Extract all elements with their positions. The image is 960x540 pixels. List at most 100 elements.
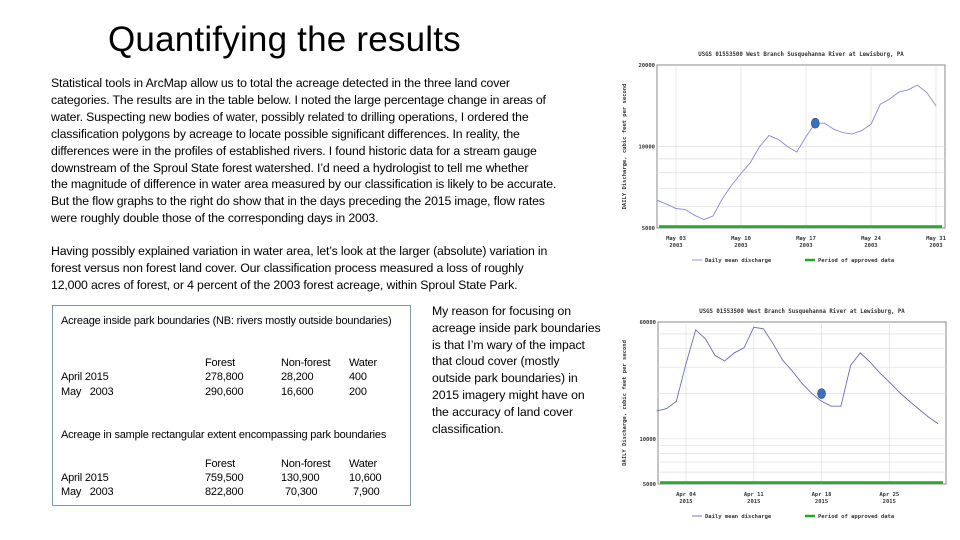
cell-nonforest: 28,200 [281, 371, 314, 383]
x-tick-label: May 17 [796, 236, 816, 242]
data-point [782, 360, 784, 361]
data-point [724, 360, 726, 362]
text-line: the magnitude of difference in water are… [51, 177, 557, 192]
text-line: But the flow graphs to the right do show… [51, 194, 545, 209]
header-water: Water [349, 458, 377, 470]
data-point [811, 393, 813, 395]
legend-label: Daily mean discharge [705, 258, 772, 264]
data-point [869, 361, 871, 363]
data-point [772, 343, 774, 345]
y-tick-label: 5000 [643, 482, 656, 488]
highlight-marker [817, 388, 826, 399]
cell-forest: 759,500 [205, 472, 244, 484]
legend-label: Period of approved data [818, 514, 894, 520]
data-point [656, 410, 658, 412]
data-point [801, 383, 803, 385]
table-row: May 2003 290,600 16,600 200 [61, 386, 401, 401]
data-point [731, 184, 733, 186]
cell-forest: 278,800 [205, 371, 244, 383]
data-point [926, 92, 928, 93]
text-line: classification polygons by acreage to lo… [51, 126, 520, 141]
legend-label: Daily mean discharge [705, 514, 772, 520]
data-point [935, 105, 937, 107]
data-point [852, 133, 853, 135]
x-tick-label: 2003 [929, 243, 942, 249]
x-tick-label: May 10 [731, 236, 751, 242]
data-point [768, 135, 770, 137]
acreage-table-box: Acreage inside park boundaries (NB: rive… [52, 305, 411, 506]
data-point [675, 400, 677, 402]
data-point [685, 363, 687, 365]
data-point [749, 162, 751, 164]
chart-title: USGS 01553500 West Branch Susquehanna Ri… [698, 52, 904, 58]
data-point [850, 364, 851, 366]
cell-nonforest: 70,300 [285, 486, 318, 498]
row-label: May 2003 [61, 386, 114, 398]
header-forest: Forest [205, 357, 235, 369]
y-tick-label: 10000 [638, 145, 655, 151]
table-caption: Acreage inside park boundaries (NB: rive… [61, 315, 392, 327]
data-point [888, 381, 890, 383]
header-nonforest: Non-forest [281, 357, 331, 369]
highlight-marker [810, 117, 820, 129]
data-point [704, 338, 706, 340]
data-point [722, 198, 723, 200]
row-label: May 2003 [61, 486, 114, 498]
text-line: that cloud cover (mostly [432, 354, 560, 369]
data-point [787, 146, 788, 147]
cell-nonforest: 130,900 [281, 472, 320, 484]
data-point [908, 400, 910, 402]
x-tick-label: May 31 [926, 236, 947, 242]
data-point [712, 215, 714, 217]
side-note: My reason for focusing on acreage inside… [432, 303, 601, 437]
x-tick-label: 2015 [815, 499, 828, 505]
legend-label: Period of approved data [818, 258, 894, 264]
data-point [694, 214, 695, 216]
text-line: Having possibly explained variation in w… [51, 244, 548, 258]
data-point [937, 423, 939, 424]
y-tick-label: 20000 [638, 63, 655, 69]
text-line: acreage inside park boundaries [432, 320, 601, 335]
paragraph-1: Statistical tools in ArcMap allow us to … [51, 75, 611, 227]
header-nonforest: Non-forest [281, 458, 331, 470]
table-header-row: Forest Non-forest Water [61, 458, 401, 473]
data-point [861, 130, 863, 131]
data-point [821, 400, 822, 402]
data-point [759, 146, 760, 147]
y-tick-label: 10000 [639, 437, 656, 443]
text-line: is that I’m wary of the impact [432, 337, 585, 352]
text-line: were roughly double those of the corresp… [51, 211, 379, 226]
text-line: Statistical tools in ArcMap allow us to … [51, 76, 510, 90]
data-point [898, 91, 900, 93]
data-point [927, 416, 929, 417]
data-point [805, 136, 807, 137]
table-row: May 2003 822,800 70,300 7,900 [61, 486, 401, 501]
y-tick-label: 5000 [642, 226, 655, 232]
data-point [743, 347, 745, 349]
data-point [666, 203, 668, 205]
x-tick-label: 2015 [883, 499, 896, 505]
data-point [859, 352, 861, 354]
x-tick-label: Apr 04 [676, 492, 697, 498]
data-point [879, 103, 881, 105]
plot-area [657, 321, 947, 485]
text-line: 12,000 acres of forest, or 4 percent of … [51, 277, 518, 292]
text-line: the accuracy of land cover [432, 404, 573, 419]
x-tick-label: 2003 [864, 243, 877, 249]
data-point [714, 354, 716, 356]
discharge-chart-2003: May 032003May 102003May 172003May 242003… [622, 52, 947, 264]
header-forest: Forest [205, 458, 235, 470]
data-point [777, 138, 779, 140]
x-tick-label: 2003 [669, 243, 682, 249]
x-tick-label: May 03 [666, 236, 686, 242]
data-point [824, 122, 825, 124]
data-point [917, 408, 919, 409]
cell-nonforest: 16,600 [281, 386, 314, 398]
x-tick-label: Apr 18 [812, 492, 832, 498]
x-tick-label: Apr 25 [879, 492, 899, 498]
text-line: 2015 imagery might have on [432, 387, 585, 402]
text-line: differences were in the profiles of esta… [51, 143, 537, 158]
data-point [753, 326, 755, 328]
text-line: water. Suspecting new bodies of water, p… [51, 109, 529, 124]
data-point [792, 370, 793, 372]
